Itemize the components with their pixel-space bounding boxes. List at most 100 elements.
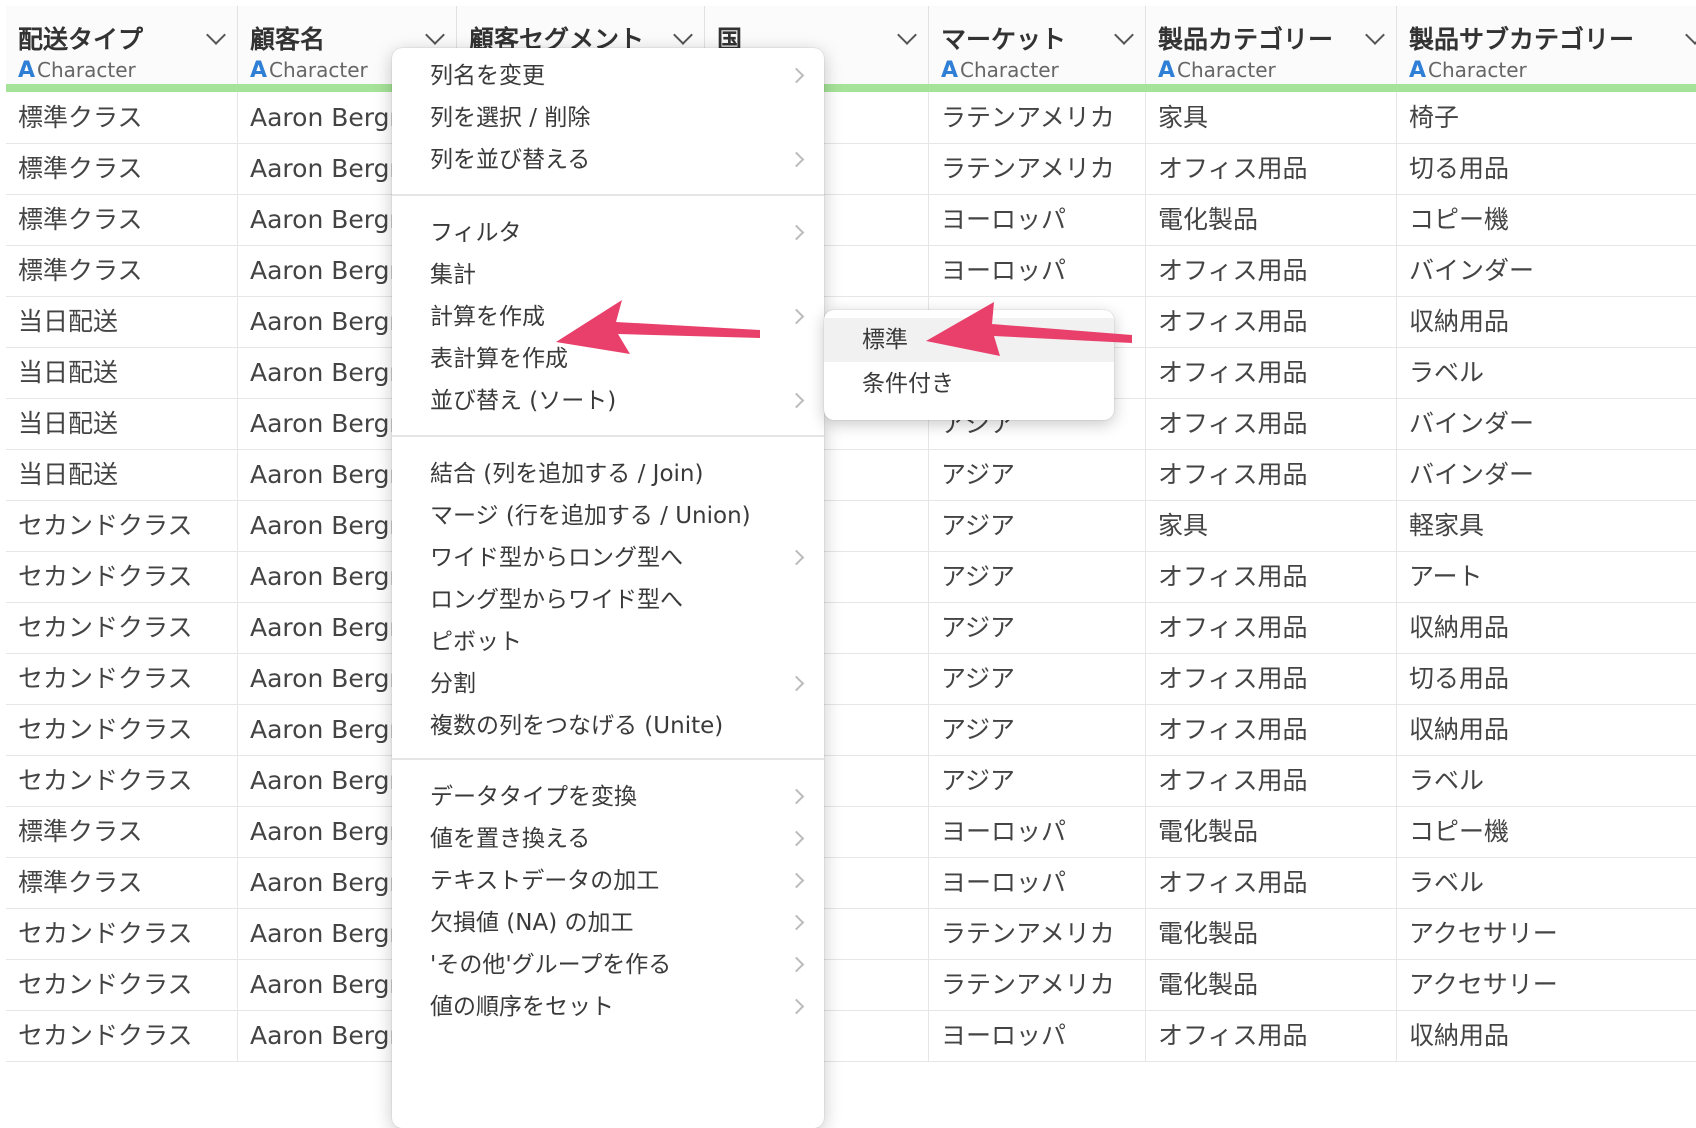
table-cell[interactable]: 収納用品 — [1397, 602, 1696, 653]
menu-item[interactable]: 列名を変更 — [392, 54, 824, 98]
menu-item[interactable]: 結合 (列を追加する / Join) — [392, 452, 824, 496]
table-cell[interactable]: 切る用品 — [1397, 653, 1696, 704]
table-cell[interactable]: 切る用品 — [1397, 143, 1696, 194]
table-cell[interactable]: ラテンアメリカ — [929, 959, 1146, 1010]
table-cell[interactable]: オフィス用品 — [1146, 449, 1397, 500]
table-cell[interactable]: ヨーロッパ — [929, 194, 1146, 245]
table-cell[interactable]: アジア — [929, 500, 1146, 551]
table-cell[interactable]: アジア — [929, 755, 1146, 806]
table-cell[interactable]: 当日配送 — [6, 296, 238, 347]
submenu-item[interactable]: 条件付き — [824, 362, 1114, 406]
table-cell[interactable]: オフィス用品 — [1146, 704, 1397, 755]
table-cell[interactable]: オフィス用品 — [1146, 755, 1397, 806]
menu-item[interactable]: 列を選択 / 削除 — [392, 96, 824, 140]
table-cell[interactable]: 家具 — [1146, 92, 1397, 143]
menu-item[interactable]: 値を置き換える — [392, 817, 824, 861]
menu-item[interactable]: 並び替え (ソート) — [392, 379, 824, 423]
table-cell[interactable]: 標準クラス — [6, 245, 238, 296]
chevron-down-icon[interactable] — [1114, 25, 1134, 45]
table-cell[interactable]: 標準クラス — [6, 143, 238, 194]
table-cell[interactable]: コピー機 — [1397, 194, 1696, 245]
table-cell[interactable]: バインダー — [1397, 398, 1696, 449]
table-cell[interactable]: ヨーロッパ — [929, 245, 1146, 296]
table-cell[interactable]: 電化製品 — [1146, 959, 1397, 1010]
menu-item[interactable]: 分割 — [392, 662, 824, 706]
table-cell[interactable]: セカンドクラス — [6, 959, 238, 1010]
chevron-down-icon[interactable] — [1365, 25, 1385, 45]
table-cell[interactable]: 収納用品 — [1397, 704, 1696, 755]
table-cell[interactable]: セカンドクラス — [6, 500, 238, 551]
menu-item[interactable]: フィルタ — [392, 211, 824, 255]
table-cell[interactable]: 当日配送 — [6, 398, 238, 449]
menu-item[interactable]: 列を並び替える — [392, 138, 824, 182]
table-cell[interactable]: アジア — [929, 653, 1146, 704]
table-cell[interactable]: 標準クラス — [6, 92, 238, 143]
table-cell[interactable]: 収納用品 — [1397, 1010, 1696, 1061]
table-cell[interactable]: 当日配送 — [6, 347, 238, 398]
table-cell[interactable]: セカンドクラス — [6, 908, 238, 959]
table-cell[interactable]: オフィス用品 — [1146, 653, 1397, 704]
table-cell[interactable]: セカンドクラス — [6, 755, 238, 806]
chevron-down-icon[interactable] — [897, 25, 917, 45]
table-cell[interactable]: バインダー — [1397, 245, 1696, 296]
table-cell[interactable]: アジア — [929, 602, 1146, 653]
table-cell[interactable]: ヨーロッパ — [929, 806, 1146, 857]
menu-item[interactable]: 複数の列をつなげる (Unite) — [392, 704, 824, 748]
table-cell[interactable]: オフィス用品 — [1146, 245, 1397, 296]
menu-item[interactable]: ロング型からワイド型へ — [392, 578, 824, 622]
table-cell[interactable]: オフィス用品 — [1146, 296, 1397, 347]
menu-item[interactable]: 'その他'グループを作る — [392, 943, 824, 987]
table-cell[interactable]: ラベル — [1397, 857, 1696, 908]
menu-item[interactable]: データタイプを変換 — [392, 775, 824, 819]
table-cell[interactable]: ラテンアメリカ — [929, 143, 1146, 194]
table-cell[interactable]: ラテンアメリカ — [929, 92, 1146, 143]
table-cell[interactable]: 電化製品 — [1146, 806, 1397, 857]
table-cell[interactable]: 電化製品 — [1146, 194, 1397, 245]
menu-item[interactable]: 集計 — [392, 253, 824, 297]
table-cell[interactable]: セカンドクラス — [6, 551, 238, 602]
table-cell[interactable]: アクセサリー — [1397, 908, 1696, 959]
table-cell[interactable]: セカンドクラス — [6, 704, 238, 755]
chevron-down-icon[interactable] — [425, 25, 445, 45]
column-header-0[interactable]: 配送タイプ A Character — [6, 6, 238, 90]
table-cell[interactable]: 標準クラス — [6, 857, 238, 908]
table-cell[interactable]: コピー機 — [1397, 806, 1696, 857]
table-cell[interactable]: 電化製品 — [1146, 908, 1397, 959]
table-cell[interactable]: オフィス用品 — [1146, 398, 1397, 449]
column-header-4[interactable]: マーケット A Character — [929, 6, 1146, 90]
menu-item[interactable]: ピボット — [392, 620, 824, 664]
table-cell[interactable]: セカンドクラス — [6, 602, 238, 653]
column-header-5[interactable]: 製品カテゴリー A Character — [1146, 6, 1397, 90]
menu-item[interactable]: ワイド型からロング型へ — [392, 536, 824, 580]
table-cell[interactable]: バインダー — [1397, 449, 1696, 500]
table-cell[interactable]: 収納用品 — [1397, 296, 1696, 347]
table-cell[interactable]: ラテンアメリカ — [929, 908, 1146, 959]
table-cell[interactable]: 標準クラス — [6, 194, 238, 245]
table-cell[interactable]: オフィス用品 — [1146, 143, 1397, 194]
table-cell[interactable]: アート — [1397, 551, 1696, 602]
table-cell[interactable]: アジア — [929, 449, 1146, 500]
table-cell[interactable]: アクセサリー — [1397, 959, 1696, 1010]
table-cell[interactable]: アジア — [929, 704, 1146, 755]
table-cell[interactable]: 当日配送 — [6, 449, 238, 500]
menu-item[interactable]: テキストデータの加工 — [392, 859, 824, 903]
table-cell[interactable]: ラベル — [1397, 755, 1696, 806]
table-cell[interactable]: 標準クラス — [6, 806, 238, 857]
column-header-6[interactable]: 製品サブカテゴリー A Character — [1397, 6, 1696, 90]
table-cell[interactable]: オフィス用品 — [1146, 347, 1397, 398]
table-cell[interactable]: セカンドクラス — [6, 653, 238, 704]
table-cell[interactable]: ヨーロッパ — [929, 857, 1146, 908]
chevron-down-icon[interactable] — [1685, 25, 1696, 45]
menu-item[interactable]: マージ (行を追加する / Union) — [392, 494, 824, 538]
menu-item[interactable]: 値の順序をセット — [392, 985, 824, 1029]
menu-item[interactable]: 欠損値 (NA) の加工 — [392, 901, 824, 945]
table-cell[interactable]: セカンドクラス — [6, 1010, 238, 1061]
chevron-down-icon[interactable] — [206, 25, 226, 45]
table-cell[interactable]: オフィス用品 — [1146, 1010, 1397, 1061]
chevron-down-icon[interactable] — [673, 25, 693, 45]
table-cell[interactable]: ラベル — [1397, 347, 1696, 398]
table-cell[interactable]: 家具 — [1146, 500, 1397, 551]
table-cell[interactable]: アジア — [929, 551, 1146, 602]
table-cell[interactable]: オフィス用品 — [1146, 857, 1397, 908]
table-cell[interactable]: 軽家具 — [1397, 500, 1696, 551]
